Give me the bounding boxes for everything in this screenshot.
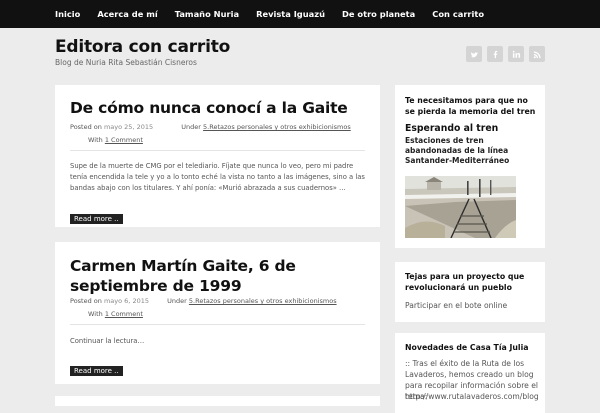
nav-item-inicio[interactable]: Inicio [55, 9, 80, 19]
post-excerpt: Continuar la lectura… [70, 337, 145, 345]
post-category-link[interactable]: 5.Retazos personales y otros exhibicioni… [203, 123, 351, 131]
nav-item-con-carrito[interactable]: Con carrito [432, 9, 484, 19]
widget-text[interactable]: Participar en el bote online [405, 300, 507, 311]
nav-item-tamano-nuria[interactable]: Tamaño Nuria [175, 9, 239, 19]
post-comments-meta: With 1 Comment [88, 136, 143, 144]
sidebar-widget-tejas: Tejas para un proyecto que revolucionará… [395, 262, 545, 322]
post-comments-link[interactable]: 1 Comment [105, 310, 143, 318]
widget-title: Te necesitamos para que no se pierda la … [405, 96, 536, 116]
post-meta: Posted on mayo 6, 2015 Under 5.Retazos p… [70, 297, 337, 305]
main-menu: Inicio Acerca de mí Tamaño Nuria Revista… [55, 0, 484, 28]
social-links [466, 46, 545, 62]
sidebar-widget-tren: Te necesitamos para que no se pierda la … [395, 85, 545, 248]
widget-title: Novedades de Casa Tía Julia [405, 343, 529, 352]
post-title[interactable]: Carmen Martín Gaite, 6 de septiembre de … [70, 256, 365, 296]
site-description: Blog de Nuria Rita Sebastián Cisneros [55, 58, 197, 67]
linkedin-icon[interactable] [508, 46, 524, 62]
site-title[interactable]: Editora con carrito [55, 37, 230, 57]
read-more-button[interactable]: Read more .. [70, 214, 123, 224]
post-title[interactable]: De cómo nunca conocí a la Gaite [70, 98, 365, 118]
post-date[interactable]: mayo 6, 2015 [104, 297, 149, 305]
post-card: Carmen Martín Gaite, 6 de septiembre de … [55, 242, 380, 384]
widget-link[interactable]: http://www.rutalavaderos.com/blog [405, 391, 539, 402]
post-category-link[interactable]: 5.Retazos personales y otros exhibicioni… [189, 297, 337, 305]
train-station-image[interactable] [405, 176, 516, 238]
post-comments-link[interactable]: 1 Comment [105, 136, 143, 144]
nav-item-de-otro-planeta[interactable]: De otro planeta [342, 9, 415, 19]
divider [70, 324, 365, 325]
post-card [55, 396, 380, 406]
widget-title: Tejas para un proyecto que revolucionará… [405, 272, 525, 292]
post-meta: Posted on mayo 25, 2015 Under 5.Retazos … [70, 123, 351, 131]
nav-item-revista-iguazu[interactable]: Revista Iguazú [256, 9, 325, 19]
read-more-button[interactable]: Read more .. [70, 366, 123, 376]
post-comments-meta: With 1 Comment [88, 310, 143, 318]
nav-item-acerca[interactable]: Acerca de mí [97, 9, 157, 19]
post-excerpt: Supe de la muerte de CMG por el telediar… [70, 162, 365, 192]
sidebar-widget-casa-tia-julia: Novedades de Casa Tía Julia :: Tras el é… [395, 333, 545, 413]
twitter-icon[interactable] [466, 46, 482, 62]
divider [70, 150, 365, 151]
post-card: De cómo nunca conocí a la Gaite Posted o… [55, 85, 380, 227]
widget-caption[interactable]: Estaciones de tren abandonadas de la lín… [405, 136, 519, 166]
post-date[interactable]: mayo 25, 2015 [104, 123, 153, 131]
widget-subtitle[interactable]: Esperando al tren [405, 123, 498, 134]
facebook-icon[interactable] [487, 46, 503, 62]
rss-icon[interactable] [529, 46, 545, 62]
top-nav-bar: Inicio Acerca de mí Tamaño Nuria Revista… [0, 0, 600, 28]
